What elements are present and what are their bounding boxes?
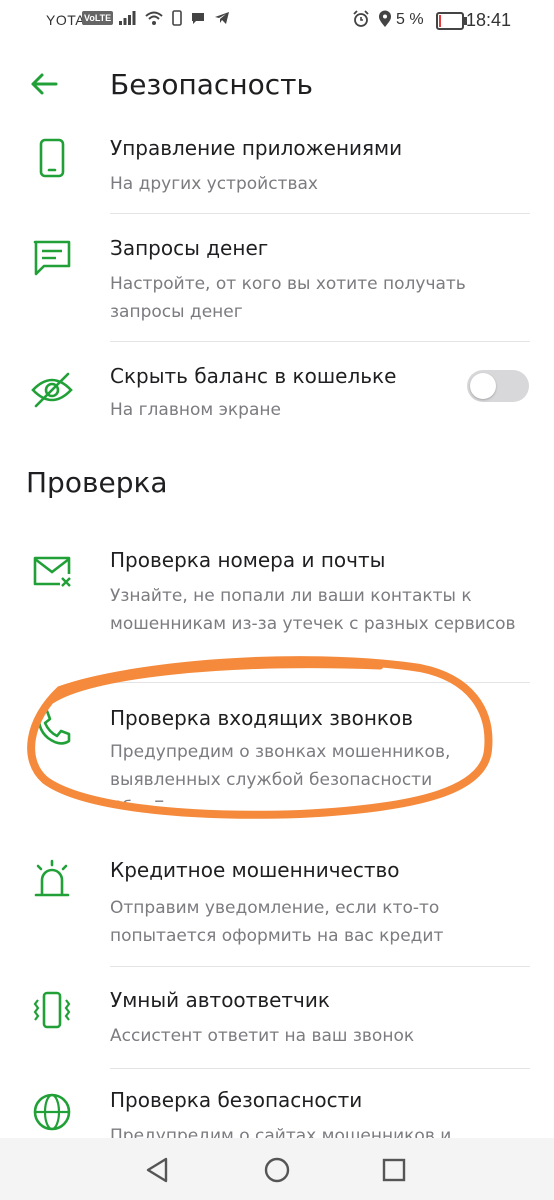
- system-nav-bar: [0, 1138, 554, 1200]
- phone-vibrate-icon: [33, 991, 71, 1029]
- volte-badge: VoLTE: [82, 11, 114, 25]
- circle-home-icon[interactable]: [261, 1154, 293, 1186]
- divider: [110, 341, 530, 342]
- divider: [110, 1068, 530, 1069]
- settings-item-app-management[interactable]: Управление приложениями На других устрой…: [0, 128, 554, 216]
- globe-icon: [33, 1093, 71, 1131]
- item-subtitle: Предупредим о сайтах мошенников и: [110, 1126, 452, 1138]
- settings-item-contact-leak-check[interactable]: Проверка номера и почты Узнайте, не попа…: [0, 540, 554, 670]
- item-title: Проверка входящих звонков: [110, 706, 414, 730]
- phone-call-icon: [37, 709, 71, 745]
- item-subtitle: На главном экране: [110, 400, 281, 420]
- wifi-icon: [145, 11, 163, 25]
- item-subtitle: Узнайте, не попали ли ваши контакты к мо…: [110, 586, 516, 634]
- item-title: Скрыть баланс в кошельке: [110, 364, 397, 388]
- settings-item-credit-fraud[interactable]: Кредитное мошенничество Отправим уведомл…: [0, 852, 554, 964]
- siren-icon: [34, 859, 70, 897]
- divider: [110, 966, 530, 967]
- arrow-left-icon[interactable]: [26, 66, 62, 102]
- signal-icon: [119, 11, 136, 25]
- item-subtitle: Ассистент ответит на ваш звонок: [110, 1026, 415, 1046]
- item-subtitle: Настройте, от кого вы хотите получать за…: [110, 274, 466, 322]
- device-icon: [172, 10, 182, 26]
- chat-icon: [33, 240, 71, 276]
- settings-item-money-requests[interactable]: Запросы денег Настройте, от кого вы хоти…: [0, 226, 554, 340]
- divider: [110, 213, 530, 214]
- item-subtitle: На других устройствах: [110, 174, 318, 194]
- telegram-icon: [215, 12, 229, 24]
- page-title: Безопасность: [110, 68, 313, 101]
- square-recent-icon[interactable]: [378, 1154, 410, 1186]
- triangle-back-icon[interactable]: [142, 1154, 174, 1186]
- item-subtitle: Отправим уведомление, если кто-то попыта…: [110, 898, 444, 946]
- battery-percent: 5 %: [396, 11, 424, 28]
- settings-item-smart-answering[interactable]: Умный автоответчик Ассистент ответит на …: [0, 980, 554, 1070]
- phone-icon: [39, 138, 65, 178]
- toggle-knob: [470, 373, 496, 399]
- battery-fill: [439, 15, 441, 27]
- settings-item-security-check[interactable]: Проверка безопасности Предупредим о сайт…: [0, 1082, 554, 1138]
- item-title: Управление приложениями: [110, 136, 403, 160]
- eye-off-icon: [31, 372, 73, 408]
- item-title: Проверка безопасности: [110, 1088, 363, 1112]
- divider: [110, 682, 530, 683]
- item-title: Проверка номера и почты: [110, 548, 386, 572]
- clock: 18:41: [466, 10, 512, 30]
- status-bar: YOTA VoLTE 5 % 18:41: [0, 0, 554, 44]
- message-icon: [192, 13, 204, 24]
- hide-balance-toggle[interactable]: [467, 370, 529, 402]
- alarm-icon: [353, 10, 369, 27]
- app-header: Безопасность: [0, 44, 554, 128]
- item-title: Запросы денег: [110, 236, 269, 260]
- location-icon: [379, 10, 391, 27]
- settings-item-incoming-call-check[interactable]: Проверка входящих звонков Предупредим о …: [0, 692, 554, 812]
- item-title: Умный автоответчик: [110, 988, 330, 1012]
- battery-icon: [436, 12, 467, 30]
- section-title: Проверка: [26, 466, 168, 499]
- item-subtitle: Предупредим о звонках мошенников, выявле…: [110, 742, 451, 802]
- mail-alert-icon: [33, 556, 71, 587]
- carrier-label: YOTA: [46, 12, 86, 28]
- item-title: Кредитное мошенничество: [110, 858, 400, 882]
